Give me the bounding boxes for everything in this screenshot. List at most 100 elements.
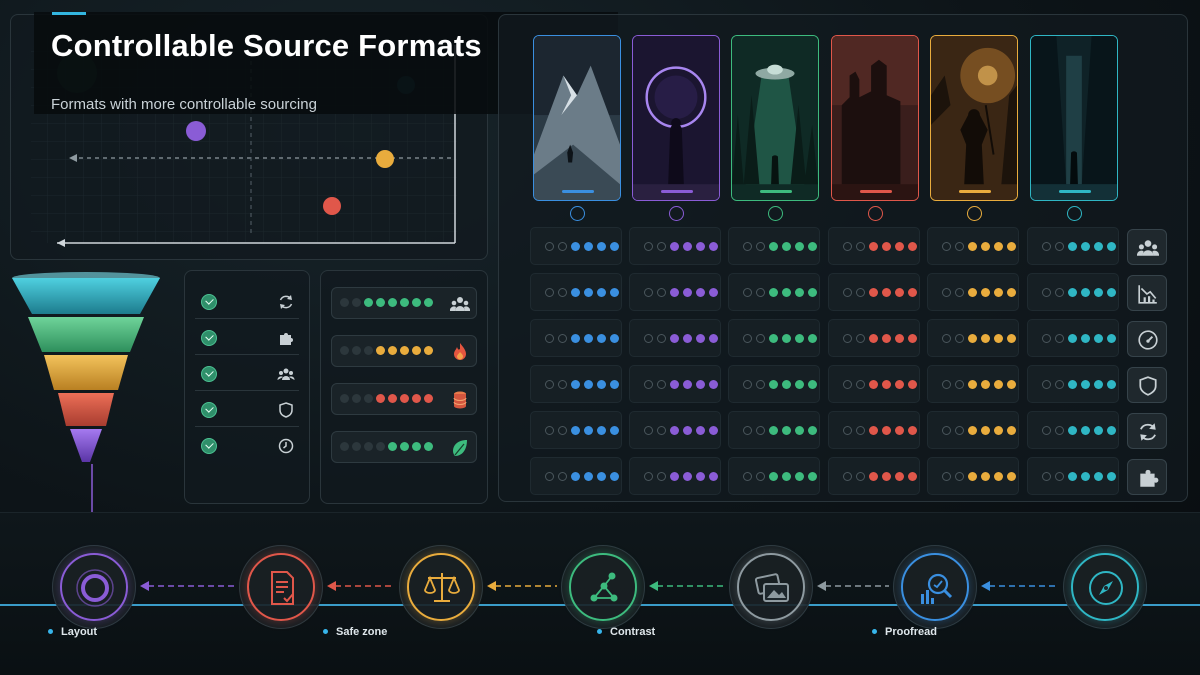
rating-cell[interactable] [828,227,920,265]
rating-cell[interactable] [728,457,820,495]
rating-dot [942,380,951,389]
meter-dot [340,442,349,451]
checklist-item[interactable] [195,285,299,319]
card-indicator [860,190,892,193]
card-select-radio[interactable] [1067,206,1082,221]
rating-dot [1094,334,1103,343]
card-indicator [661,190,693,193]
timeline-node-document[interactable] [239,545,323,629]
rating-cell[interactable] [728,411,820,449]
rating-dot [597,472,606,481]
rating-dot [709,334,718,343]
side-button-users[interactable] [1127,229,1167,265]
timeline-node-network[interactable] [561,545,645,629]
format-card-ruined-temple[interactable] [831,35,919,201]
card-indicator [959,190,991,193]
rating-cell[interactable] [1027,227,1119,265]
rating-dot [683,334,692,343]
rating-cell[interactable] [629,457,721,495]
card-select-radio[interactable] [570,206,585,221]
rating-cell[interactable] [629,227,721,265]
rating-dot [1007,426,1016,435]
rating-dot [696,426,705,435]
format-card-city-alley[interactable] [1030,35,1118,201]
timeline-node-scales[interactable] [399,545,483,629]
checklist-item[interactable] [195,429,299,463]
side-button-gauge[interactable] [1127,321,1167,357]
card-select-radio[interactable] [768,206,783,221]
rating-dot [882,288,891,297]
meter-row[interactable] [331,383,477,415]
timeline-node-target[interactable] [52,545,136,629]
meter-row[interactable] [331,287,477,319]
card-select-radio[interactable] [669,206,684,221]
rating-dot [1055,242,1064,251]
rating-cell[interactable] [927,365,1019,403]
side-button-puzzle[interactable] [1127,459,1167,495]
rating-cell[interactable] [629,273,721,311]
checklist-item[interactable] [195,357,299,391]
rating-cell[interactable] [828,411,920,449]
timeline-label-safe-zone: Safe zone [323,626,387,638]
rating-dot [1094,472,1103,481]
rating-cell[interactable] [828,273,920,311]
side-button-chart-down[interactable] [1127,275,1167,311]
rating-cell[interactable] [828,457,920,495]
rating-cell[interactable] [728,319,820,357]
rating-dot [644,334,653,343]
checklist-item[interactable] [195,393,299,427]
rating-cell[interactable] [530,319,622,357]
rating-dot [1107,472,1116,481]
rating-cell[interactable] [530,227,622,265]
meter-dot [340,346,349,355]
rating-cell[interactable] [828,319,920,357]
side-button-shield[interactable] [1127,367,1167,403]
rating-cell[interactable] [927,411,1019,449]
rating-cell[interactable] [1027,319,1119,357]
meter-row[interactable] [331,335,477,367]
rating-cell[interactable] [927,273,1019,311]
timeline-node-compass[interactable] [1063,545,1147,629]
rating-cell[interactable] [1027,457,1119,495]
rating-dot [610,426,619,435]
rating-cell[interactable] [927,457,1019,495]
meter-dot [376,346,385,355]
fire-icon [454,343,466,360]
side-button-refresh[interactable] [1127,413,1167,449]
rating-cell[interactable] [629,411,721,449]
rating-cell[interactable] [728,227,820,265]
meter-row[interactable] [331,431,477,463]
card-select-radio[interactable] [967,206,982,221]
format-card-portal-figure[interactable] [632,35,720,201]
rating-cell[interactable] [927,319,1019,357]
checklist-item[interactable] [195,321,299,355]
gauge-icon [1138,330,1158,350]
timeline-arrow [649,580,725,591]
rating-dot [1107,242,1116,251]
rating-dot [1042,334,1051,343]
card-select-radio[interactable] [868,206,883,221]
rating-cell[interactable] [1027,273,1119,311]
rating-cell[interactable] [530,365,622,403]
rating-cell[interactable] [629,365,721,403]
rating-cell[interactable] [1027,365,1119,403]
rating-dots [1042,380,1116,389]
rating-cell[interactable] [530,411,622,449]
format-card-mountain-climber[interactable] [533,35,621,201]
rating-cell[interactable] [1027,411,1119,449]
meter-dots [340,298,433,307]
rating-cell[interactable] [828,365,920,403]
rating-cell[interactable] [629,319,721,357]
timeline-node-images[interactable] [729,545,813,629]
rating-cell[interactable] [530,457,622,495]
timeline-node-search-chart[interactable] [893,545,977,629]
rating-dot [610,242,619,251]
rating-cell[interactable] [728,365,820,403]
rating-cell[interactable] [728,273,820,311]
rating-dots [545,380,619,389]
rating-dot [955,472,964,481]
rating-cell[interactable] [530,273,622,311]
rating-cell[interactable] [927,227,1019,265]
format-card-ufo-forest[interactable] [731,35,819,201]
format-card-warrior-fire[interactable] [930,35,1018,201]
